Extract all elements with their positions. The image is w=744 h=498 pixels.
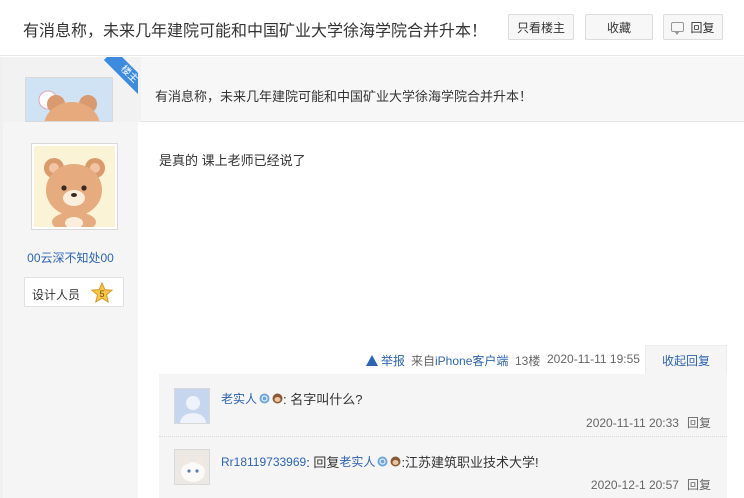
comment-time: 2020-12-1 20:57 <box>590 478 679 492</box>
spiral-icon <box>377 456 388 467</box>
monkey-icon <box>390 456 401 467</box>
monkey-icon <box>272 393 283 404</box>
post-client: 来自iPhone客户端 <box>411 352 508 369</box>
post-time: 2020-11-11 19:55 <box>547 352 640 366</box>
reply-to-user[interactable]: 老实人 <box>339 453 375 470</box>
avatar[interactable] <box>174 388 210 424</box>
comment-author[interactable]: 老实人 <box>221 390 257 407</box>
warning-icon <box>366 355 378 366</box>
comment-reply-prefix: : 回复 <box>306 455 340 470</box>
favorite-button[interactable]: 收藏 <box>585 14 653 40</box>
first-post-sidebar: 楼主 <box>3 57 141 122</box>
report-link[interactable]: 举报 <box>366 352 405 369</box>
default-avatar-icon <box>175 389 209 423</box>
user-avatar[interactable] <box>31 143 118 232</box>
author-badge: 楼主 <box>98 57 138 97</box>
comment-reply-button[interactable]: 回复 <box>687 416 711 430</box>
report-label: 举报 <box>381 354 406 368</box>
reply-button[interactable]: 回复 <box>663 14 723 40</box>
comment-line: Rr18119733969 : 回复 老实人 :江苏建筑职业技术大学! <box>221 452 539 471</box>
bear-avatar-icon <box>34 146 115 232</box>
user-level-badge[interactable]: 设计人员 5 <box>24 277 124 307</box>
client-link[interactable]: iPhone客户端 <box>435 354 508 368</box>
cat-avatar-icon <box>175 450 209 484</box>
reply-button-label: 回复 <box>690 20 715 35</box>
list-item: Rr18119733969 : 回复 老实人 :江苏建筑职业技术大学! 2020… <box>159 437 727 498</box>
reply-icon <box>671 22 685 35</box>
list-item: 老实人 : 名字叫什么? 2020-11-11 20:33 回复 <box>159 374 727 437</box>
first-post: 楼主 有消息称，未来几年建院可能和中国矿业大学徐海学院合并升本！ <box>3 57 744 122</box>
floor-number: 13楼 <box>515 354 541 368</box>
comment-meta: 2020-12-1 20:57 回复 <box>591 476 711 493</box>
only-author-button[interactable]: 只看楼主 <box>508 14 574 40</box>
collapse-replies-button[interactable]: 收起回复 <box>645 345 727 375</box>
username-link[interactable]: 00云深不知处00 <box>3 249 138 266</box>
spiral-icon <box>259 393 270 404</box>
comment-line: 老实人 : 名字叫什么? <box>221 389 362 408</box>
comment-list: 老实人 : 名字叫什么? 2020-11-11 20:33 回复 Rr181197… <box>159 374 727 498</box>
avatar[interactable] <box>174 449 210 485</box>
level-star-icon: 5 <box>91 282 113 304</box>
comment-time: 2020-11-11 20:33 <box>586 416 679 430</box>
thread-title: 有消息称，未来几年建院可能和中国矿业大学徐海学院合并升本！ <box>23 23 488 40</box>
comment-meta: 2020-11-11 20:33 回复 <box>586 414 711 431</box>
comment-text: :江苏建筑职业技术大学! <box>401 455 539 470</box>
post-content: 是真的 课上老师已经说了 <box>159 153 306 168</box>
comment-reply-button[interactable]: 回复 <box>687 478 711 492</box>
level-title: 设计人员 <box>32 288 81 302</box>
client-prefix: 来自 <box>411 354 436 368</box>
level-number: 5 <box>99 289 104 299</box>
comment-author[interactable]: Rr18119733969 <box>221 455 306 469</box>
comment-text: : 名字叫什么? <box>283 392 363 407</box>
thread-header: 有消息称，未来几年建院可能和中国矿业大学徐海学院合并升本！ 只看楼主 收藏 回复 <box>0 0 744 56</box>
first-post-content: 有消息称，未来几年建院可能和中国矿业大学徐海学院合并升本！ <box>155 89 533 104</box>
